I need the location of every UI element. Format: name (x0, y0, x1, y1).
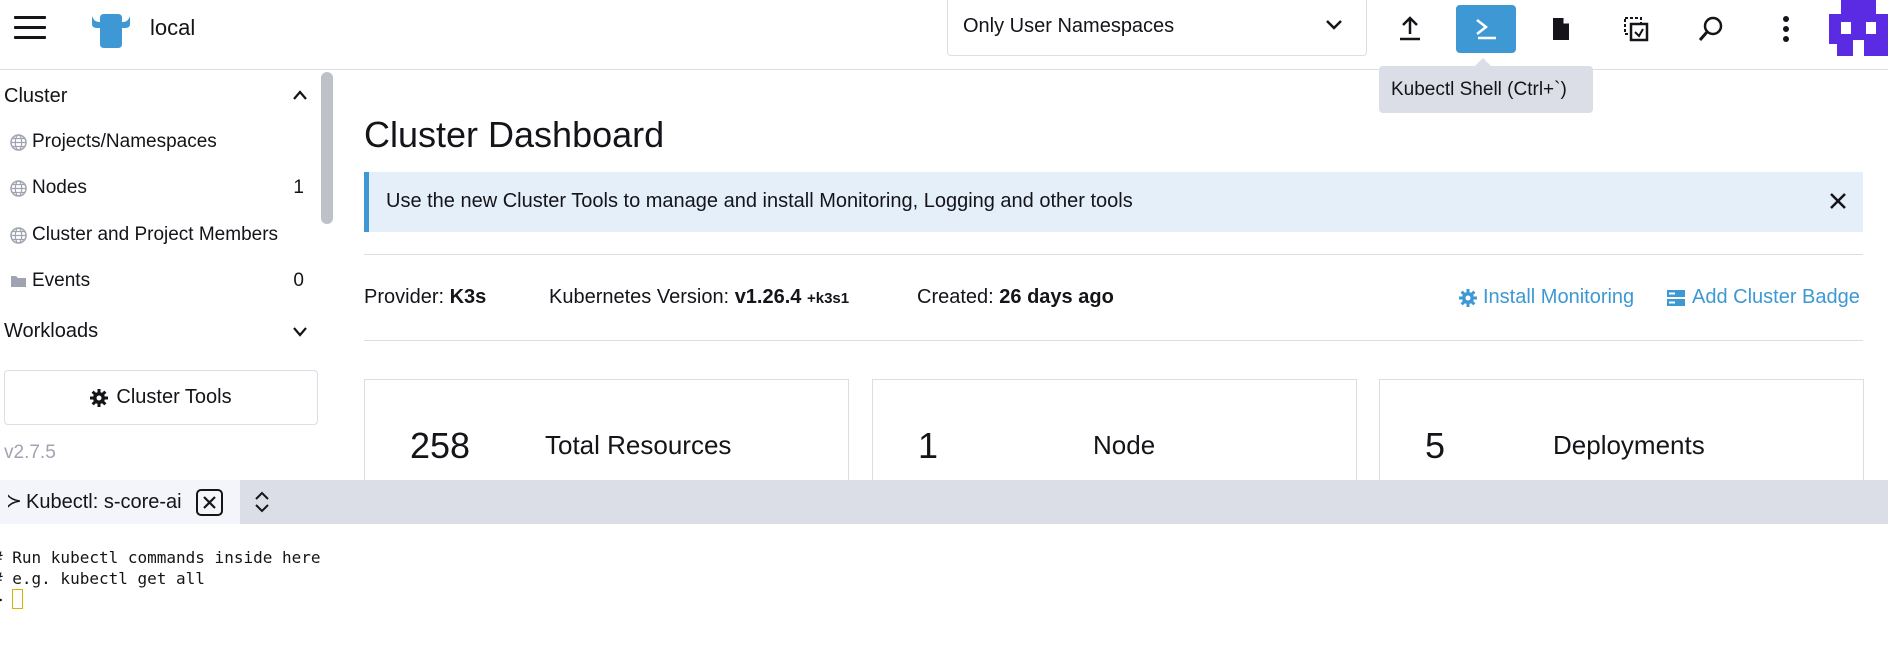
app-version: v2.7.5 (4, 442, 56, 463)
k8s-version-suffix: +k3s1 (806, 290, 850, 307)
sidebar-item-count: 0 (293, 270, 304, 291)
gear-icon (90, 388, 109, 407)
provider-info: Provider: K3s (364, 286, 486, 309)
more-actions-button[interactable] (1756, 5, 1816, 53)
terminal-tab-icon: ≻ (6, 491, 22, 512)
terminal-line: # Run kubectl commands inside here (0, 548, 321, 567)
terminal-output[interactable]: # Run kubectl commands inside here # e.g… (0, 524, 1888, 646)
banner-text: Use the new Cluster Tools to manage and … (386, 190, 1133, 212)
divider (364, 254, 1863, 255)
chevron-down-icon[interactable] (292, 325, 308, 337)
provider-label: Provider: (364, 286, 445, 308)
file-icon (1553, 18, 1569, 40)
created-value: 26 days ago (999, 286, 1114, 308)
copy-kubeconfig-button[interactable] (1606, 5, 1666, 53)
cluster-tools-label: Cluster Tools (116, 386, 232, 408)
card-count: 1 (918, 425, 939, 466)
card-count: 5 (1425, 425, 1446, 466)
user-avatar[interactable] (1829, 0, 1888, 56)
sidebar-item-label: Cluster and Project Members (32, 224, 279, 245)
created-info: Created: 26 days ago (917, 286, 1114, 309)
sidebar-item-nodes[interactable]: Nodes 1 (10, 174, 310, 204)
close-terminal-button[interactable] (196, 489, 223, 516)
import-yaml-button[interactable] (1380, 5, 1440, 53)
sidebar-item-label: Nodes (32, 177, 87, 198)
sidebar-item-label: Projects/Namespaces (32, 131, 217, 152)
card-count: 258 (410, 425, 471, 466)
resize-handle-icon[interactable] (252, 491, 272, 513)
provider-value: K3s (449, 286, 487, 308)
k8s-version-label: Kubernetes Version: (549, 286, 730, 308)
deployments-card[interactable]: 5 Deployments (1379, 379, 1864, 489)
globe-icon (10, 134, 27, 151)
sidebar: Cluster Projects/Namespaces Nodes 1 Clus… (0, 70, 333, 480)
terminal-prompt: > (0, 590, 12, 609)
terminal-line: # e.g. kubectl get all (0, 569, 205, 588)
namespace-filter-select[interactable]: Only User Namespaces (947, 0, 1367, 56)
rancher-logo-icon[interactable] (88, 10, 134, 50)
globe-icon (10, 180, 27, 197)
top-header: local Only User Namespaces (0, 0, 1888, 70)
resource-search-button[interactable] (1681, 5, 1741, 53)
sidebar-scroll-thumb[interactable] (321, 72, 333, 224)
upload-icon (1400, 16, 1420, 41)
server-icon (1667, 289, 1685, 306)
terminal-tab-bar: ≻ Kubectl: s-core-ai (0, 480, 1888, 524)
more-vertical-icon (1783, 16, 1789, 42)
cluster-tools-button[interactable]: Cluster Tools (4, 370, 318, 425)
cluster-tools-banner: Use the new Cluster Tools to manage and … (364, 172, 1863, 232)
page-title: Cluster Dashboard (364, 114, 665, 155)
install-monitoring-link[interactable]: Install Monitoring (1459, 286, 1634, 309)
sidebar-item-projects-namespaces[interactable]: Projects/Namespaces (10, 128, 310, 158)
copy-icon (1624, 17, 1649, 42)
install-monitoring-label: Install Monitoring (1483, 286, 1635, 308)
add-cluster-badge-label: Add Cluster Badge (1692, 286, 1860, 308)
chevron-up-icon[interactable] (292, 89, 308, 101)
download-kubeconfig-button[interactable] (1531, 5, 1591, 53)
terminal-icon (1476, 19, 1496, 40)
sidebar-group-workloads[interactable]: Workloads (4, 320, 98, 343)
kubectl-shell-button[interactable] (1456, 5, 1516, 53)
terminal-tab[interactable]: ≻ Kubectl: s-core-ai (0, 480, 240, 524)
k8s-version-value: v1.26.4 (734, 286, 802, 308)
card-label: Total Resources (545, 430, 732, 460)
menu-icon[interactable] (14, 16, 46, 42)
folder-icon (11, 276, 26, 287)
close-icon[interactable] (1827, 190, 1849, 212)
search-icon (1698, 16, 1723, 41)
created-label: Created: (917, 286, 994, 308)
sidebar-item-cluster-project-members[interactable]: Cluster and Project Members (10, 221, 310, 251)
avatar-pattern-icon (1829, 0, 1888, 56)
close-icon (203, 496, 216, 509)
sidebar-item-label: Events (32, 270, 91, 291)
cluster-name[interactable]: local (150, 15, 195, 41)
kubectl-shell-tooltip: Kubectl Shell (Ctrl+`) (1379, 58, 1593, 113)
terminal-cursor (12, 589, 23, 609)
namespace-filter-value: Only User Namespaces (963, 15, 1175, 37)
divider (364, 340, 1863, 341)
sidebar-scrollbar[interactable] (321, 70, 333, 480)
sidebar-item-count: 1 (293, 177, 304, 198)
card-label: Deployments (1553, 430, 1705, 460)
sidebar-group-cluster[interactable]: Cluster (4, 85, 67, 108)
kubernetes-version-info: Kubernetes Version: v1.26.4 +k3s1 (549, 286, 849, 309)
card-label: Node (1093, 430, 1156, 460)
total-resources-card[interactable]: 258 Total Resources (364, 379, 849, 489)
terminal-tab-label: Kubectl: s-core-ai (26, 491, 182, 513)
add-cluster-badge-link[interactable]: Add Cluster Badge (1666, 286, 1860, 309)
gear-icon (1459, 288, 1477, 307)
globe-icon (10, 227, 27, 244)
node-card[interactable]: 1 Node (872, 379, 1357, 489)
chevron-down-icon (1326, 20, 1342, 30)
sidebar-item-events[interactable]: Events 0 (10, 267, 310, 297)
